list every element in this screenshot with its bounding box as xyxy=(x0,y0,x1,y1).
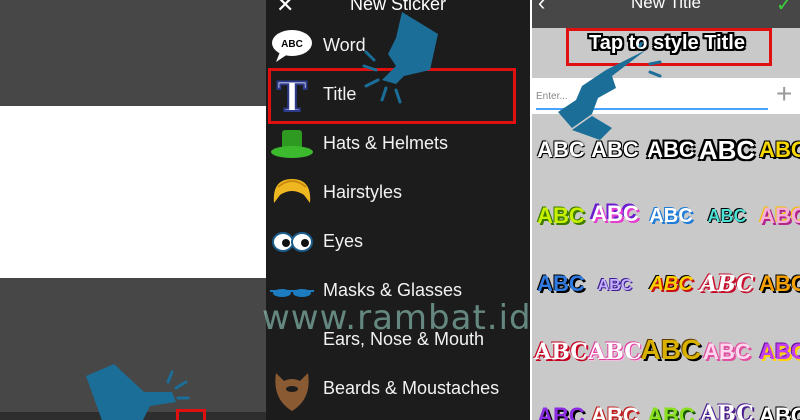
title-style-option[interactable]: ABC xyxy=(698,198,756,234)
menu-item-eyes[interactable]: Eyes xyxy=(266,218,530,267)
title-style-option[interactable]: ABC xyxy=(532,334,590,370)
speech-bubble-icon: ABC xyxy=(272,30,312,62)
menu-label-hats: Hats & Helmets xyxy=(323,133,449,153)
title-topbar: ‹ New Title ✓ xyxy=(532,0,800,28)
title-style-option[interactable]: ABC xyxy=(642,198,700,234)
title-style-option[interactable]: ABC xyxy=(754,132,800,168)
title-style-option[interactable]: ABC xyxy=(586,398,644,420)
title-style-option[interactable]: ABC xyxy=(754,266,800,302)
menu-label-hairstyles: Hairstyles xyxy=(323,182,403,202)
menu-item-hats[interactable]: Hats & Helmets xyxy=(266,120,530,169)
menu-item-hairstyles[interactable]: Hairstyles xyxy=(266,169,530,218)
title-style-option[interactable]: ABC xyxy=(641,332,702,368)
add-icon[interactable]: + xyxy=(776,80,792,108)
title-style-option[interactable]: ABC xyxy=(642,398,700,420)
svg-text:ABC: ABC xyxy=(281,39,303,50)
title-style-option[interactable]: ABC xyxy=(532,198,590,234)
tap-hand-icon xyxy=(558,42,662,140)
title-style-option[interactable]: ABC xyxy=(754,398,800,420)
tap-hand-icon xyxy=(86,364,190,420)
beard-icon xyxy=(275,373,309,411)
new-title-heading: New Title xyxy=(631,0,701,12)
title-style-option[interactable]: ABC xyxy=(532,266,590,302)
title-style-option[interactable]: ABC xyxy=(698,266,756,302)
cartoon-eyes-icon xyxy=(272,232,313,252)
title-style-option[interactable]: ABC xyxy=(698,132,756,168)
menu-item-beards[interactable]: Beards & Moustaches xyxy=(266,365,530,414)
title-style-option[interactable]: ABC xyxy=(586,196,644,232)
title-style-option[interactable]: ABC xyxy=(698,396,756,420)
screen-3-new-title: ‹ New Title ✓ Tap to style Title + ABC A… xyxy=(532,0,800,420)
menu-label-eyes: Eyes xyxy=(323,231,364,251)
confirm-icon[interactable]: ✓ xyxy=(776,0,793,17)
screen-1 xyxy=(0,0,266,420)
blonde-hair-icon xyxy=(273,179,311,203)
green-hat-icon xyxy=(271,130,313,158)
title-style-option[interactable]: ABC xyxy=(642,266,700,302)
screen-2-new-sticker: ✕ New Sticker ABC Word T Title Hats & He… xyxy=(266,0,530,420)
title-style-option[interactable]: ABC xyxy=(586,268,644,304)
dark-area-top xyxy=(0,0,266,106)
watermark-text: www.rambat.id xyxy=(262,298,532,338)
tap-hand-icon xyxy=(362,12,438,104)
title-style-option[interactable]: ABC xyxy=(754,334,800,370)
title-style-option[interactable]: ABC xyxy=(698,334,756,370)
title-style-option[interactable]: ABC xyxy=(754,198,800,234)
title-style-option[interactable]: ABC xyxy=(532,398,590,420)
menu-label-beards: Beards & Moustaches xyxy=(323,378,500,398)
title-style-option[interactable]: ABC xyxy=(586,334,644,370)
